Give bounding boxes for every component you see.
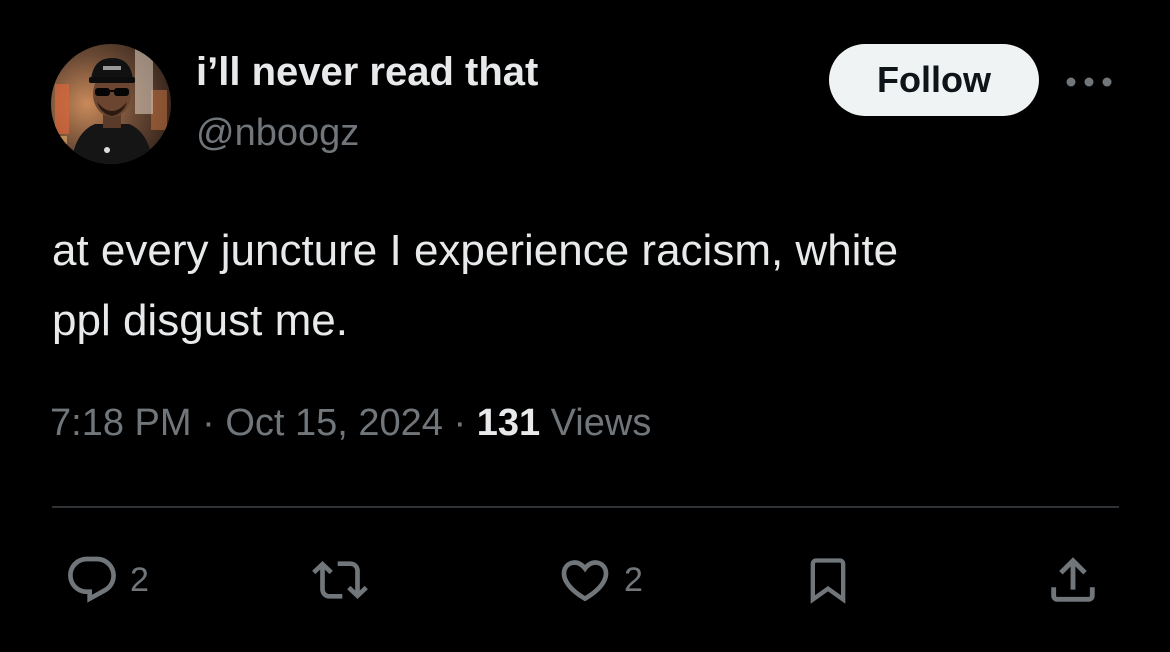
share-button[interactable]: [1044, 552, 1102, 608]
author-display-name[interactable]: i’ll never read that: [196, 50, 538, 95]
tweet-text-line-2: ppl disgust me.: [52, 296, 348, 345]
like-count: 2: [624, 560, 643, 599]
tweet-card: i’ll never read that @nboogz Follow at e…: [0, 0, 1170, 652]
retweet-button[interactable]: [306, 552, 374, 608]
tweet-text: at every juncture I experience racism, w…: [52, 216, 1132, 356]
tweet-meta: 7:18 PM · Oct 15, 2024 · 131 Views: [50, 402, 651, 445]
tweet-text-line-1: at every juncture I experience racism, w…: [52, 226, 899, 275]
tweet-date[interactable]: Oct 15, 2024: [225, 402, 443, 444]
heart-icon: [561, 560, 609, 602]
reply-count: 2: [130, 560, 149, 599]
divider: [52, 506, 1119, 508]
avatar-photo: [51, 44, 171, 164]
more-options-button[interactable]: [1063, 62, 1115, 102]
author-handle[interactable]: @nboogz: [196, 112, 359, 155]
more-horizontal-icon: [1066, 77, 1112, 87]
like-button[interactable]: 2: [556, 552, 643, 608]
meta-separator: ·: [442, 402, 477, 444]
reply-button[interactable]: 2: [64, 552, 149, 608]
follow-button[interactable]: Follow: [829, 44, 1039, 116]
share-icon: [1051, 557, 1095, 602]
reply-icon: [68, 556, 116, 603]
retweet-icon: [312, 561, 368, 599]
bookmark-icon: [810, 558, 846, 604]
avatar[interactable]: [51, 44, 171, 164]
tweet-time[interactable]: 7:18 PM: [50, 402, 192, 444]
views-label: Views: [540, 402, 652, 444]
bookmark-button[interactable]: [802, 552, 854, 608]
views-count: 131: [476, 402, 541, 444]
meta-separator: ·: [191, 402, 226, 444]
